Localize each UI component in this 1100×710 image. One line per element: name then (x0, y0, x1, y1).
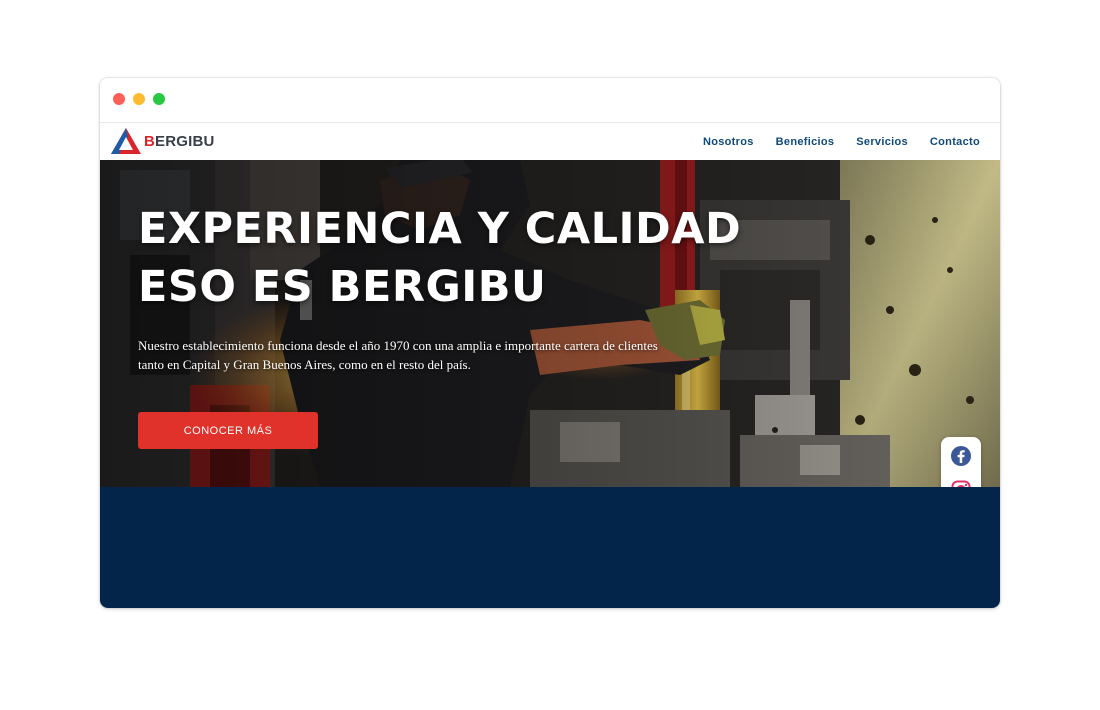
nav-servicios[interactable]: Servicios (856, 136, 908, 148)
hero-title: EXPERIENCIA Y CALIDAD ESO ES BERGIBU (138, 200, 741, 316)
instagram-link[interactable] (950, 479, 972, 487)
conocer-mas-button[interactable]: CONOCER MÁS (138, 412, 318, 449)
hero-description: Nuestro establecimiento funciona desde e… (138, 338, 658, 372)
dark-section-band (100, 487, 1000, 608)
hero-section: EXPERIENCIA Y CALIDAD ESO ES BERGIBU Nue… (100, 160, 1000, 487)
social-floating-bar (941, 437, 981, 487)
nav-contacto[interactable]: Contacto (930, 136, 980, 148)
hero-title-line-2: ESO ES BERGIBU (138, 262, 547, 312)
instagram-icon (951, 480, 971, 487)
browser-window: BERGIBU Nosotros Beneficios Servicios Co… (100, 78, 1000, 608)
maximize-window-button[interactable] (153, 93, 165, 105)
facebook-link[interactable] (950, 445, 972, 467)
close-window-button[interactable] (113, 93, 125, 105)
nav-nosotros[interactable]: Nosotros (703, 136, 754, 148)
main-nav: Nosotros Beneficios Servicios Contacto (703, 123, 980, 160)
brand-name: BERGIBU (144, 132, 215, 150)
site-navbar: BERGIBU Nosotros Beneficios Servicios Co… (100, 123, 1000, 160)
hero-title-line-1: EXPERIENCIA Y CALIDAD (138, 204, 742, 254)
facebook-icon (951, 446, 971, 466)
logo-triangle-icon (111, 128, 141, 154)
window-titlebar (100, 78, 1000, 123)
nav-beneficios[interactable]: Beneficios (776, 136, 835, 148)
minimize-window-button[interactable] (133, 93, 145, 105)
brand-logo[interactable]: BERGIBU (110, 124, 215, 158)
